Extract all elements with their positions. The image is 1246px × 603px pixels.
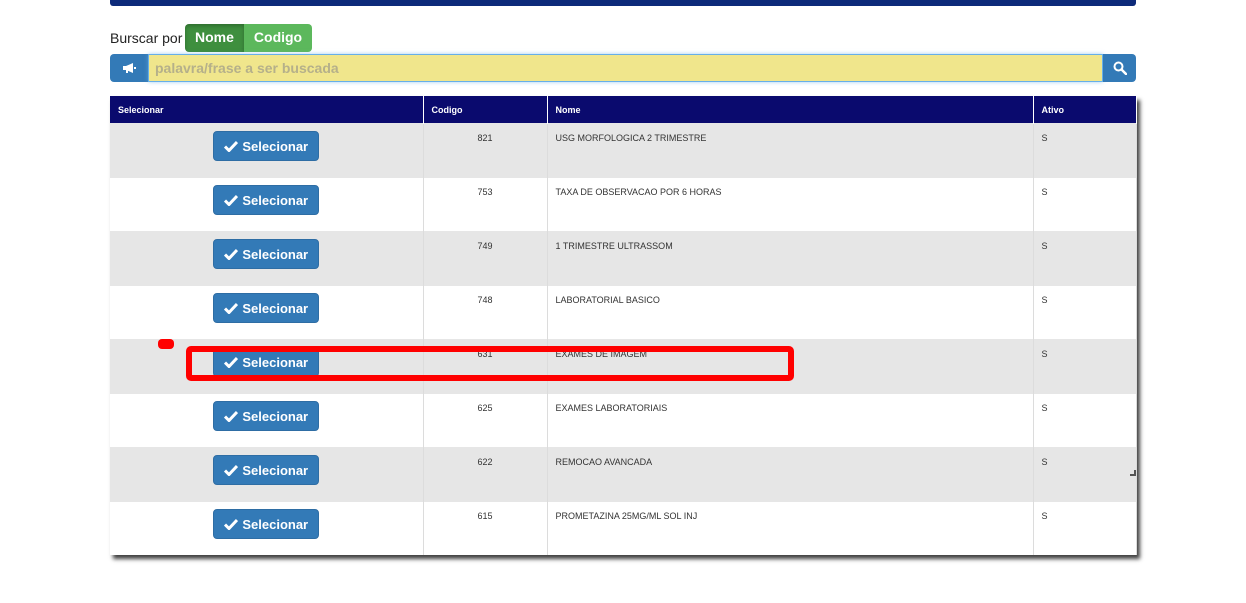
table-row: Selecionar 622 REMOCAO AVANCADA S [110,447,1137,502]
table-row: Selecionar 748 LABORATORIAL BASICO S [110,285,1137,340]
column-header-codigo[interactable]: Codigo [423,96,548,124]
search-mode-codigo-button[interactable]: Codigo [243,24,313,52]
select-button[interactable]: Selecionar [213,347,320,377]
ativo-cell: S [1033,501,1137,555]
select-button[interactable]: Selecionar [213,509,320,539]
column-header-nome[interactable]: Nome [547,96,1034,124]
search-label: Burscar por [110,30,183,46]
check-icon [224,140,239,152]
select-cell: Selecionar [110,501,424,555]
select-button[interactable]: Selecionar [213,239,320,269]
select-button[interactable]: Selecionar [213,455,320,485]
resize-grip[interactable] [1130,470,1136,476]
check-icon [224,356,239,368]
select-button-label: Selecionar [242,516,309,532]
select-button-label: Selecionar [242,408,309,424]
search-bar [110,54,1136,82]
megaphone-icon [110,54,148,82]
annotation-dot [158,339,174,349]
table-row: Selecionar 821 USG MORFOLOGICA 2 TRIMEST… [110,123,1137,178]
table-header-row: Selecionar Codigo Nome Ativo [110,96,1137,124]
table-row: Selecionar 631 EXAMES DE IMAGEM S [110,339,1137,394]
top-bar [110,0,1136,6]
codigo-cell: 749 [423,231,548,286]
select-button[interactable]: Selecionar [213,131,320,161]
check-icon [224,464,239,476]
codigo-cell: 625 [423,393,548,448]
codigo-cell: 615 [423,501,548,555]
check-icon [224,302,239,314]
codigo-cell: 748 [423,285,548,340]
select-button-label: Selecionar [242,192,309,208]
table-row: Selecionar 749 1 TRIMESTRE ULTRASSOM S [110,231,1137,286]
select-cell: Selecionar [110,231,424,286]
search-icon [1113,61,1127,75]
codigo-cell: 631 [423,339,548,394]
results-table: Selecionar Codigo Nome Ativo Selecionar … [110,96,1137,555]
select-button-label: Selecionar [242,354,309,370]
select-button-label: Selecionar [242,300,309,316]
select-button[interactable]: Selecionar [213,293,320,323]
column-header-ativo[interactable]: Ativo [1033,96,1137,124]
codigo-cell: 622 [423,447,548,502]
check-icon [224,194,239,206]
table-row: Selecionar 753 TAXA DE OBSERVACAO POR 6 … [110,177,1137,232]
search-mode-toggle: Nome Codigo [185,24,313,52]
check-icon [224,248,239,260]
check-icon [224,518,239,530]
table-row: Selecionar 625 EXAMES LABORATORIAIS S [110,393,1137,448]
search-input[interactable] [148,54,1103,82]
select-button-label: Selecionar [242,138,309,154]
select-button[interactable]: Selecionar [213,401,320,431]
codigo-cell: 753 [423,177,548,232]
ativo-cell: S [1033,177,1137,232]
nome-cell: 1 TRIMESTRE ULTRASSOM [547,231,1034,286]
ativo-cell: S [1033,231,1137,286]
check-icon [224,410,239,422]
ativo-cell: S [1033,339,1137,394]
ativo-cell: S [1033,447,1137,502]
search-mode-nome-button[interactable]: Nome [185,24,244,52]
select-cell: Selecionar [110,123,424,178]
select-cell: Selecionar [110,447,424,502]
nome-cell: EXAMES DE IMAGEM [547,339,1034,394]
ativo-cell: S [1033,393,1137,448]
nome-cell: REMOCAO AVANCADA [547,447,1034,502]
select-cell: Selecionar [110,177,424,232]
select-cell: Selecionar [110,393,424,448]
codigo-cell: 821 [423,123,548,178]
select-cell: Selecionar [110,339,424,394]
select-button-label: Selecionar [242,246,309,262]
column-header-selecionar[interactable]: Selecionar [110,96,424,124]
search-button[interactable] [1103,54,1136,82]
nome-cell: EXAMES LABORATORIAIS [547,393,1034,448]
table-row: Selecionar 615 PROMETAZINA 25MG/ML SOL I… [110,501,1137,555]
select-button-label: Selecionar [242,462,309,478]
nome-cell: TAXA DE OBSERVACAO POR 6 HORAS [547,177,1034,232]
ativo-cell: S [1033,123,1137,178]
nome-cell: LABORATORIAL BASICO [547,285,1034,340]
nome-cell: PROMETAZINA 25MG/ML SOL INJ [547,501,1034,555]
select-button[interactable]: Selecionar [213,185,320,215]
ativo-cell: S [1033,285,1137,340]
select-cell: Selecionar [110,285,424,340]
nome-cell: USG MORFOLOGICA 2 TRIMESTRE [547,123,1034,178]
